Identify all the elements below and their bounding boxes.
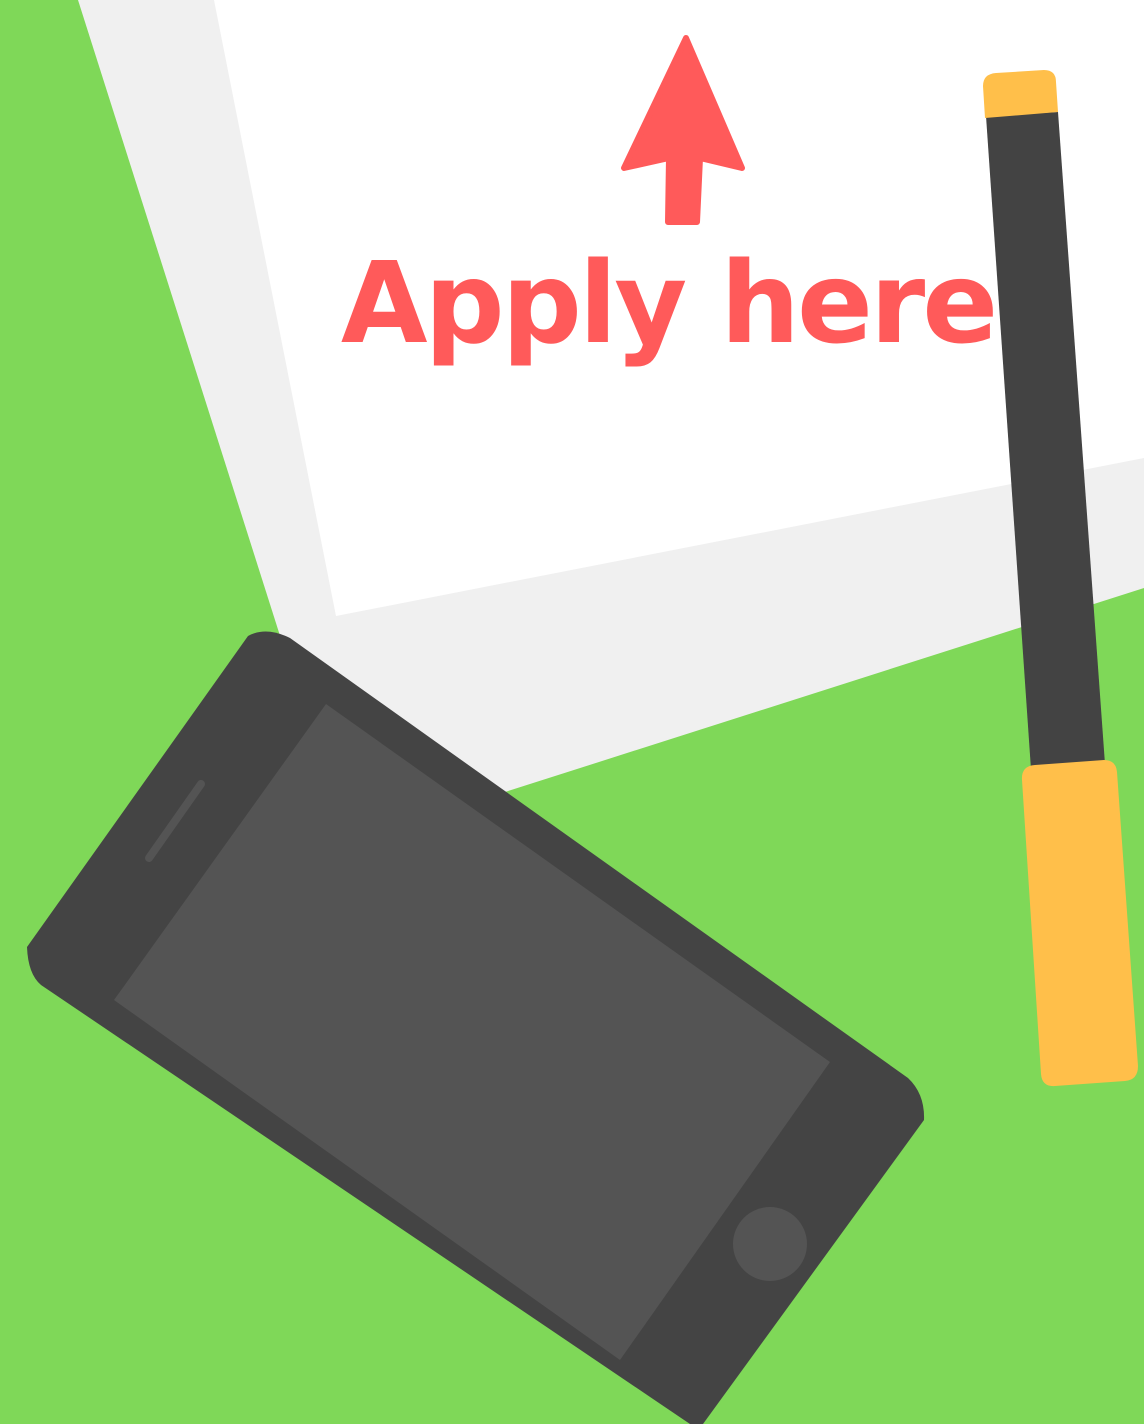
apply-here-label[interactable]: Apply here [240, 248, 1096, 360]
scene-graphic [0, 0, 1144, 1424]
illustration-scene: Apply here [0, 0, 1144, 1424]
phone-home-button [733, 1207, 807, 1281]
pen-tip [983, 70, 1058, 118]
